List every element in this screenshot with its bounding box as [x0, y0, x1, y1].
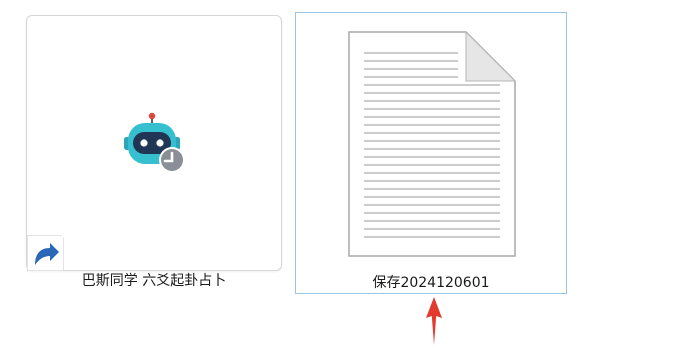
red-up-arrow-icon	[426, 297, 442, 345]
desktop-item-text-document[interactable]: 保存2024120601	[295, 12, 567, 294]
text-document-label[interactable]: 保存2024120601	[296, 274, 566, 292]
shortcut-arrow-icon	[27, 235, 64, 271]
desktop-item-app-shortcut[interactable]	[26, 15, 282, 271]
app-shortcut-tile[interactable]	[26, 15, 282, 271]
app-shortcut-label[interactable]: 巴斯同学 六爻起卦占卜	[26, 272, 282, 290]
desktop: 巴斯同学 六爻起卦占卜 保存2024120601	[0, 0, 679, 364]
text-document-icon	[348, 31, 516, 257]
robot-app-icon	[124, 112, 185, 173]
